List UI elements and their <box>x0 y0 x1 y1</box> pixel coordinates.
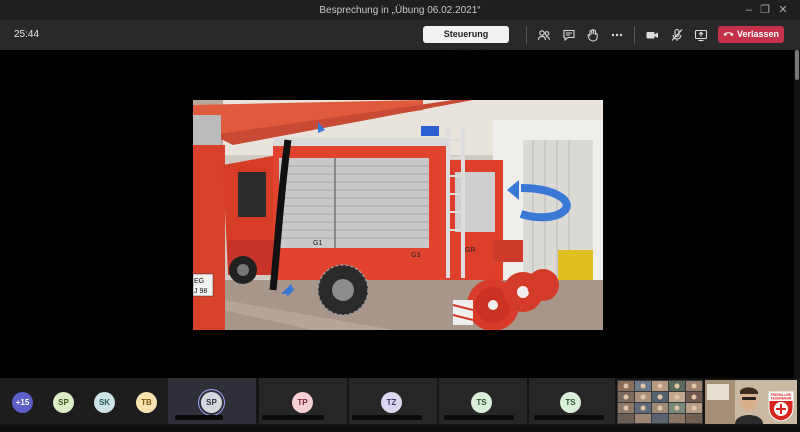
compartment-label-gr: GR <box>465 247 476 254</box>
share-screen-icon[interactable] <box>694 28 708 42</box>
restore-icon[interactable]: ❐ <box>758 3 772 17</box>
minimize-icon[interactable]: – <box>742 3 756 17</box>
compartment-label-g3: G3 <box>411 252 420 259</box>
participant-avatar[interactable]: SP <box>201 392 222 413</box>
window-titlebar: Besprechung in „Übung 06.02.2021“ – ❐ ✕ <box>0 0 800 20</box>
participants-icon[interactable] <box>537 28 551 42</box>
leave-label: Verlassen <box>736 29 780 39</box>
window-title: Besprechung in „Übung 06.02.2021“ <box>319 5 481 16</box>
participant-name-redacted <box>352 415 422 420</box>
phone-icon <box>723 26 734 43</box>
participant-avatar[interactable]: SP <box>53 392 74 413</box>
mic-off-icon[interactable] <box>670 28 684 42</box>
self-video-preview[interactable]: FREIWILLIGE FEUERWEHR <box>705 380 797 424</box>
raise-hand-icon[interactable] <box>586 28 600 42</box>
camera-icon[interactable] <box>645 28 659 42</box>
request-control-button[interactable]: Steuerung anfordern <box>423 26 509 56</box>
participant-avatar[interactable]: TB <box>136 392 157 413</box>
overflow-participants-button[interactable]: +15 <box>12 392 33 413</box>
fire-brigade-logo: FREIWILLIGE FEUERWEHR <box>767 390 795 422</box>
participant-avatar[interactable]: TS <box>560 392 581 413</box>
participant-avatar[interactable]: SK <box>94 392 115 413</box>
participant-name-redacted <box>534 415 604 420</box>
scrollbar[interactable] <box>794 50 800 378</box>
scrollbar-thumb[interactable] <box>795 50 799 80</box>
taskbar-edge <box>0 426 800 432</box>
leave-button[interactable]: Verlassen <box>718 26 784 43</box>
participant-avatar[interactable]: TZ <box>381 392 402 413</box>
participant-name-redacted <box>444 415 514 420</box>
gallery-video-thumbnail[interactable] <box>617 380 703 424</box>
participant-avatar[interactable]: TP <box>292 392 313 413</box>
participant-name-redacted <box>262 415 324 420</box>
participant-avatar[interactable]: TS <box>471 392 492 413</box>
more-options-icon[interactable] <box>610 28 624 42</box>
participant-strip: +15 SP SK TB SP TP TZ TS TS FREIWILLIGE … <box>0 378 800 432</box>
meeting-timer: 25:44 <box>14 29 40 40</box>
license-plate-top: EG <box>194 278 204 285</box>
shared-content-photo: EG J 98 G1 G3 GR <box>193 100 603 330</box>
meeting-controls-bar: 25:44 Steuerung anfordern Verlassen <box>0 20 800 56</box>
toolbar-divider <box>634 26 635 44</box>
participant-name-redacted <box>175 415 223 420</box>
license-plate-bottom: J 98 <box>194 288 207 295</box>
chat-icon[interactable] <box>562 28 576 42</box>
svg-text:FEUERWEHR: FEUERWEHR <box>771 397 792 401</box>
close-icon[interactable]: ✕ <box>776 3 790 17</box>
toolbar-divider <box>526 26 527 44</box>
compartment-label-g1: G1 <box>313 240 322 247</box>
